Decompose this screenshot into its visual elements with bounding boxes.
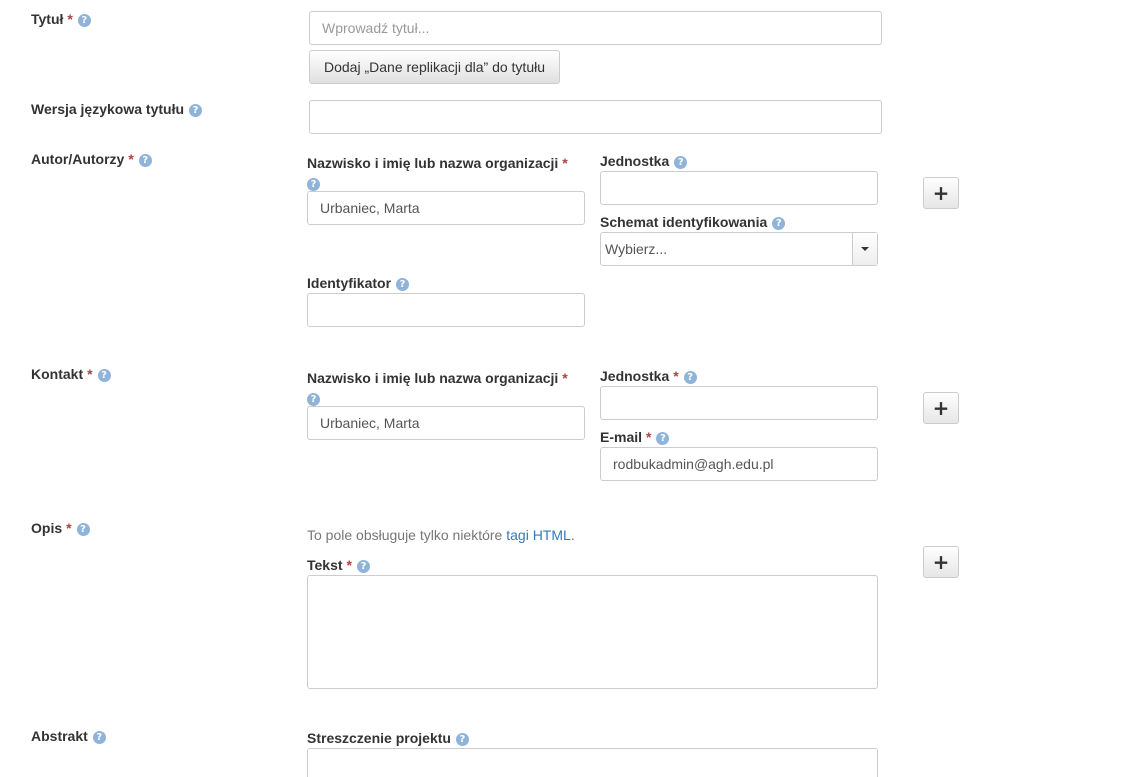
description-textarea[interactable] xyxy=(307,575,878,689)
help-icon[interactable]: ? xyxy=(76,523,90,536)
required-marker: * xyxy=(66,520,72,536)
contact-label: Kontakt *? xyxy=(31,366,111,382)
contact-name-label: Nazwisko i imię lub nazwa organizacji *? xyxy=(307,370,568,406)
help-icon[interactable]: ? xyxy=(307,393,320,406)
add-author-button[interactable]: + xyxy=(923,177,959,209)
contact-email-label: E-mail *? xyxy=(600,429,670,445)
title-input[interactable] xyxy=(309,11,882,45)
help-icon[interactable]: ? xyxy=(455,733,469,746)
html-tags-hint: To pole obsługuje tylko niektóre tagi HT… xyxy=(307,527,575,543)
description-label: Opis *? xyxy=(31,520,90,536)
plus-icon: + xyxy=(932,396,950,420)
author-affiliation-input[interactable] xyxy=(600,171,878,205)
html-tags-link[interactable]: tagi HTML xyxy=(506,527,571,543)
help-icon[interactable]: ? xyxy=(77,14,91,27)
contact-email-input[interactable] xyxy=(600,447,878,481)
title-label: Tytuł *? xyxy=(31,11,91,27)
project-summary-textarea[interactable] xyxy=(307,748,878,777)
help-icon[interactable]: ? xyxy=(189,104,203,117)
required-marker: * xyxy=(562,155,568,171)
required-marker: * xyxy=(87,366,93,382)
description-text-label: Tekst *? xyxy=(307,557,370,573)
title-translation-label: Wersja językowa tytułu? xyxy=(31,101,203,117)
author-scheme-label: Schemat identyfikowania? xyxy=(600,214,786,230)
help-icon[interactable]: ? xyxy=(396,278,410,291)
help-icon[interactable]: ? xyxy=(674,156,688,169)
plus-icon: + xyxy=(932,550,950,574)
title-translation-input[interactable] xyxy=(309,100,882,134)
help-icon[interactable]: ? xyxy=(772,217,786,230)
required-marker: * xyxy=(673,368,679,384)
project-summary-label: Streszczenie projektu? xyxy=(307,730,469,746)
author-name-input[interactable] xyxy=(307,191,585,225)
required-marker: * xyxy=(646,429,652,445)
author-identifier-input[interactable] xyxy=(307,293,585,327)
help-icon[interactable]: ? xyxy=(683,371,697,384)
author-affiliation-label: Jednostka? xyxy=(600,153,688,169)
required-marker: * xyxy=(128,151,134,167)
help-icon[interactable]: ? xyxy=(307,178,320,191)
contact-affiliation-input[interactable] xyxy=(600,386,878,420)
dropdown-arrow[interactable] xyxy=(852,233,877,265)
chevron-down-icon xyxy=(861,247,869,251)
author-scheme-select[interactable]: Wybierz... xyxy=(600,232,878,266)
abstract-label: Abstrakt? xyxy=(31,728,106,744)
help-icon[interactable]: ? xyxy=(357,560,370,573)
add-description-button[interactable]: + xyxy=(923,546,959,578)
author-identifier-label: Identyfikator? xyxy=(307,275,410,291)
add-contact-button[interactable]: + xyxy=(923,392,959,424)
help-icon[interactable]: ? xyxy=(138,154,152,167)
required-marker: * xyxy=(67,11,73,27)
help-icon[interactable]: ? xyxy=(656,432,670,445)
required-marker: * xyxy=(562,370,568,386)
add-replication-title-button[interactable]: Dodaj „Dane replikacji dla” do tytułu xyxy=(309,50,560,84)
plus-icon: + xyxy=(932,181,950,205)
contact-name-input[interactable] xyxy=(307,406,585,440)
required-marker: * xyxy=(346,557,352,573)
help-icon[interactable]: ? xyxy=(97,369,111,382)
help-icon[interactable]: ? xyxy=(92,731,106,744)
author-scheme-selected-value: Wybierz... xyxy=(605,241,668,257)
author-label: Autor/Autorzy *? xyxy=(31,151,152,167)
contact-affiliation-label: Jednostka *? xyxy=(600,368,697,384)
author-name-label: Nazwisko i imię lub nazwa organizacji *? xyxy=(307,155,568,191)
